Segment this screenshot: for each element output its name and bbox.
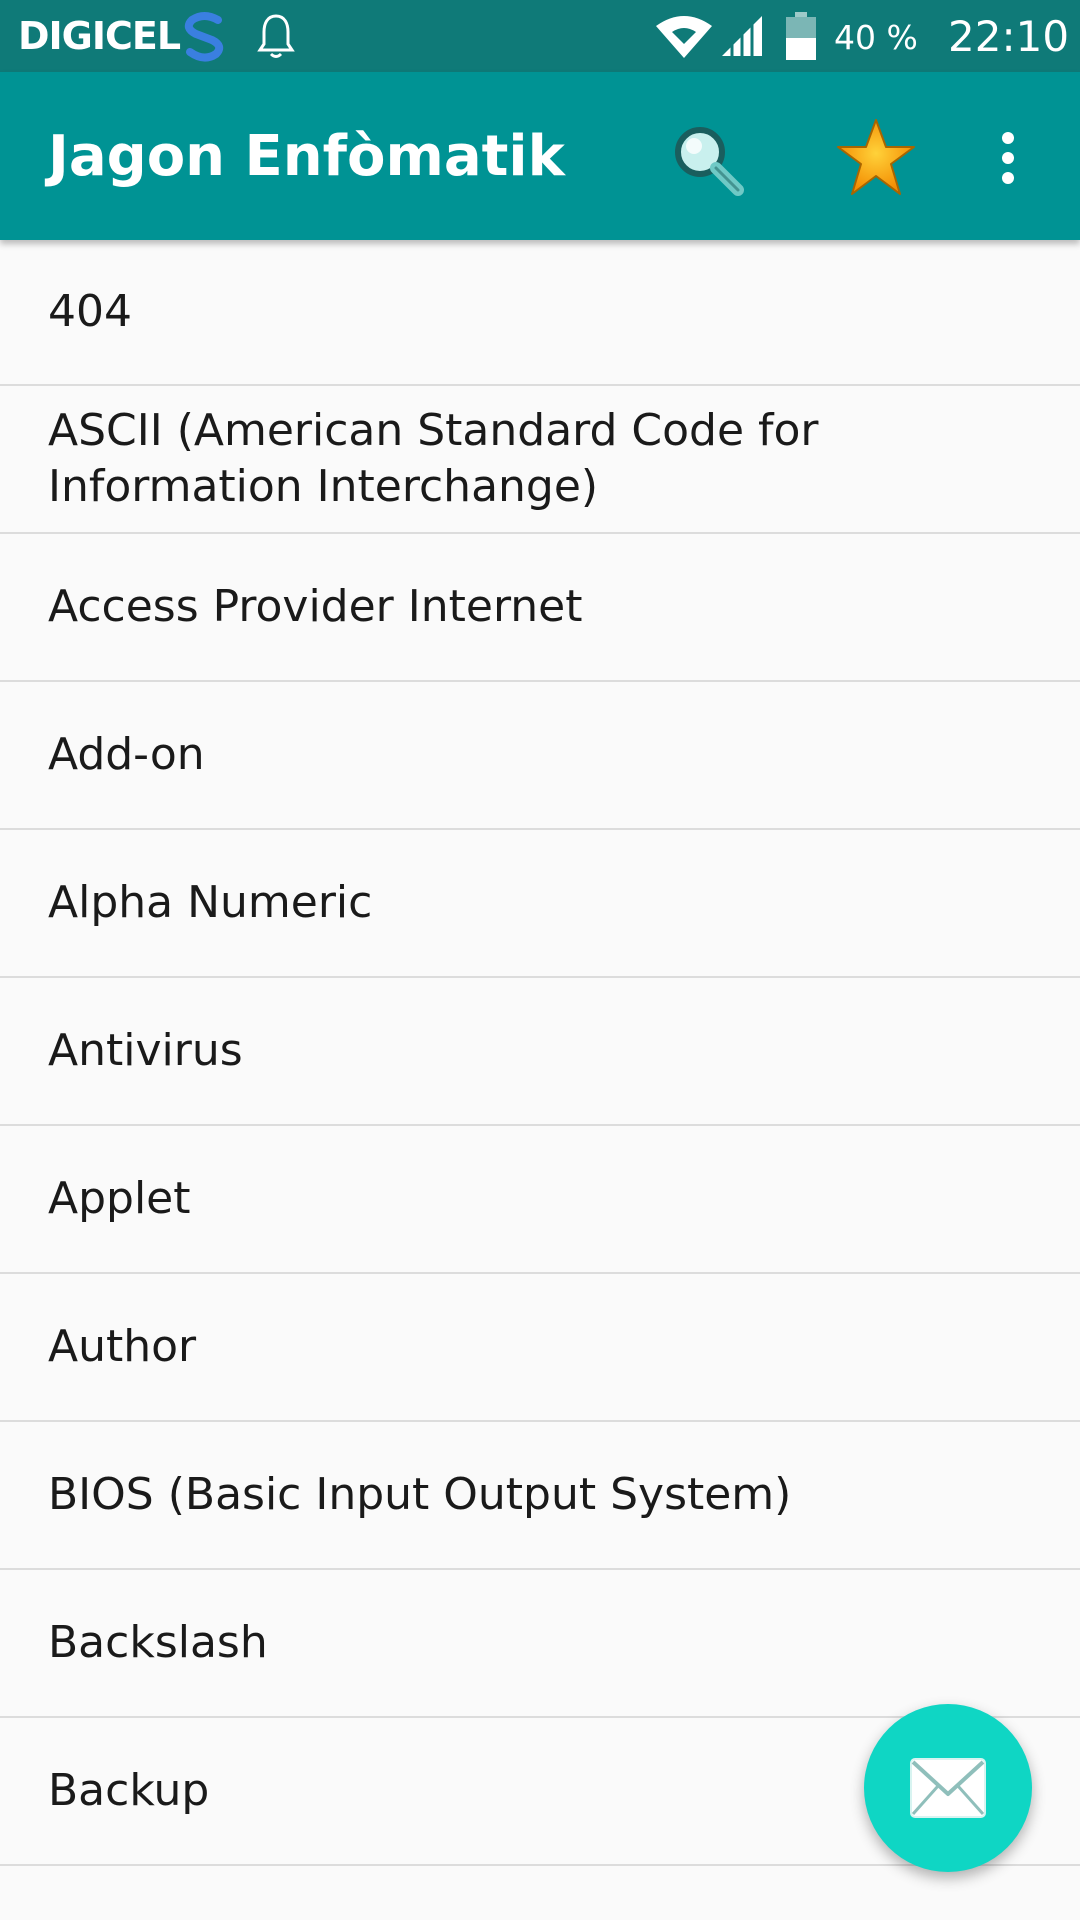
list-item[interactable]: Applet [0,1126,1080,1274]
list-item-label: Add-on [48,729,205,780]
star-icon[interactable] [834,116,918,200]
list-item[interactable]: Antivirus [0,978,1080,1126]
list-item-label: 404 [48,286,132,337]
app-bar: Jagon Enfòmatik [0,72,1080,240]
wifi-icon [656,16,712,58]
clock: 22:10 [948,12,1070,61]
list-item[interactable]: Access Provider Internet [0,534,1080,682]
battery-percentage: 40 % [834,18,918,57]
carrier-name: DIGICEL [18,14,181,58]
bell-icon [257,14,295,58]
list-item-label: Backslash [48,1617,268,1668]
list-item-label: Antivirus [48,1025,243,1076]
glossary-list: 404 ASCII (American Standard Code for In… [0,240,1080,1920]
search-icon[interactable] [668,120,746,198]
battery-icon [786,12,816,60]
list-item-label: ASCII (American Standard Code for Inform… [48,405,819,512]
list-item[interactable]: 404 [0,240,1080,386]
list-item-label: Access Provider Internet [48,581,583,632]
list-item-label: Alpha Numeric [48,877,373,928]
status-bar: DIGICEL 40 % 22:10 [0,0,1080,72]
list-item-label: Backup [48,1765,210,1816]
mail-icon [910,1758,986,1818]
list-item[interactable]: Alpha Numeric [0,830,1080,978]
list-item[interactable]: Backslash [0,1570,1080,1718]
list-item[interactable]: Bit (BinarydigiT) [0,1866,1080,1920]
list-item[interactable]: ASCII (American Standard Code for Inform… [0,386,1080,534]
list-item-label: Applet [48,1173,191,1224]
email-fab-button[interactable] [864,1704,1032,1872]
page-title: Jagon Enfòmatik [48,124,565,189]
more-options-icon[interactable] [996,128,1020,188]
signal-icon [722,16,762,58]
s-logo-icon [184,12,224,62]
list-item-label: Author [48,1321,197,1372]
list-item-label: BIOS (Basic Input Output System) [48,1469,792,1520]
list-item-label: Bit (BinarydigiT) [48,1911,405,1920]
list-item[interactable]: Author [0,1274,1080,1422]
list-item[interactable]: BIOS (Basic Input Output System) [0,1422,1080,1570]
list-item[interactable]: Add-on [0,682,1080,830]
